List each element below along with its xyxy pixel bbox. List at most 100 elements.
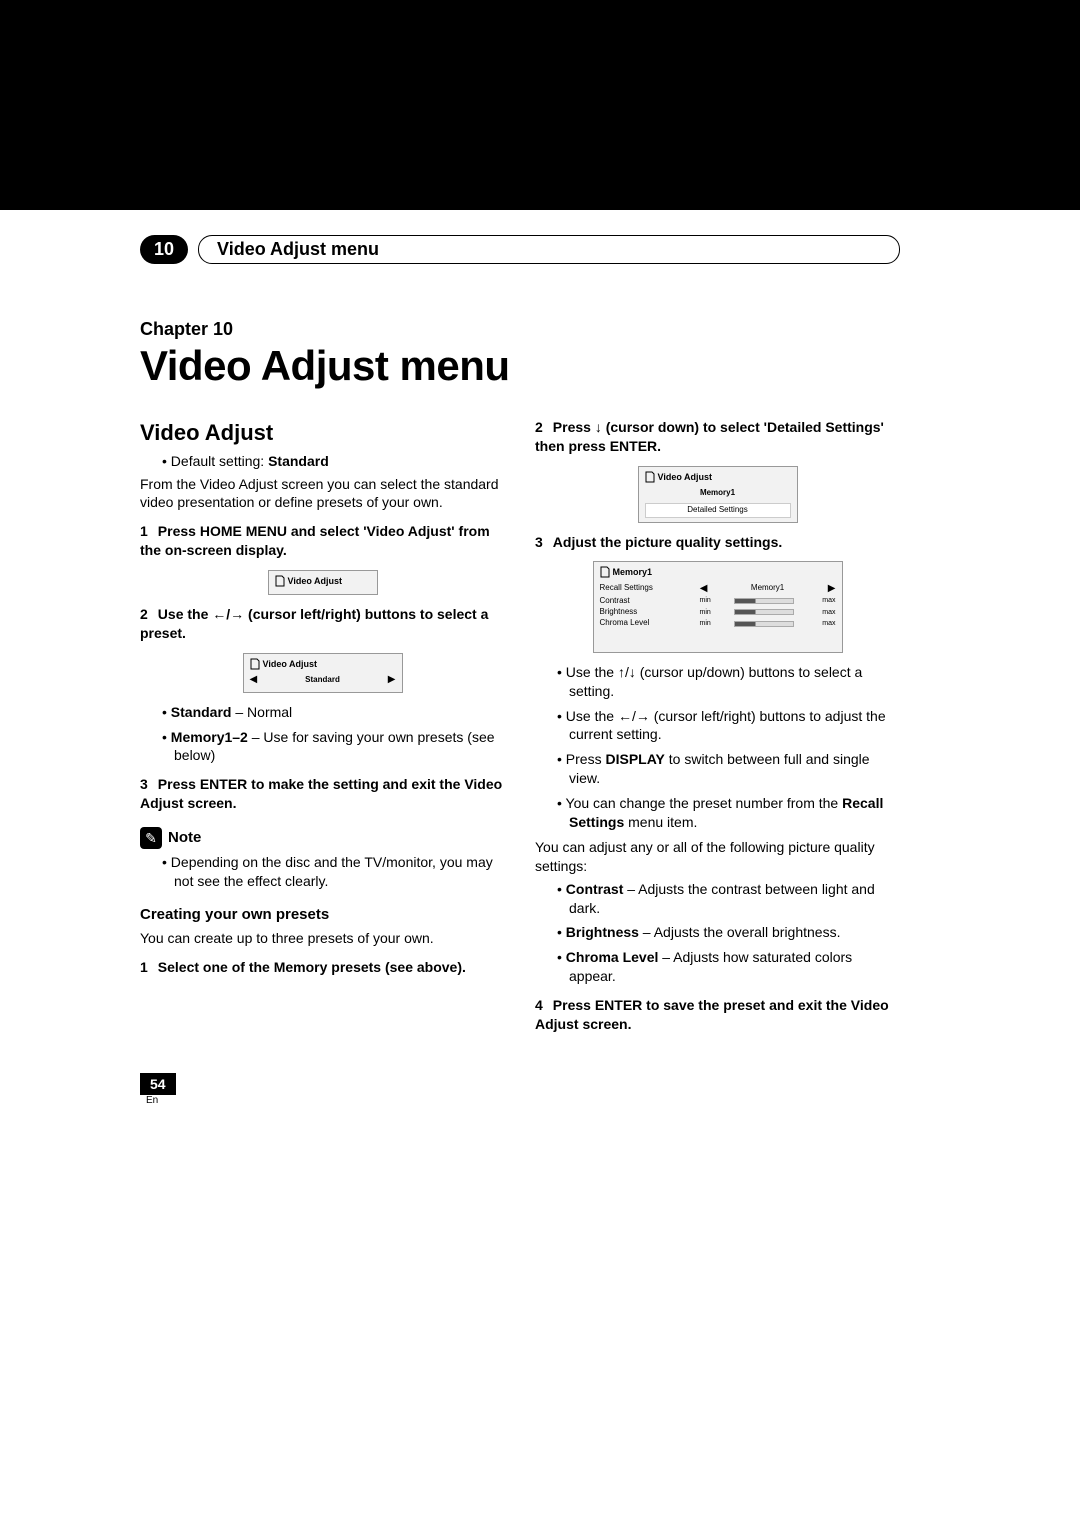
step-3: 3Press ENTER to make the setting and exi… bbox=[140, 775, 505, 813]
osd4-brightness-label: Brightness bbox=[600, 607, 670, 617]
create-step-4-text: Press ENTER to save the preset and exit … bbox=[535, 997, 889, 1032]
tip-recall-after: menu item. bbox=[624, 814, 697, 830]
pencil-icon: ✎ bbox=[140, 827, 162, 849]
step-2: 2Use the ←/→ (cursor left/right) buttons… bbox=[140, 605, 505, 643]
preset-standard-label: Standard bbox=[171, 704, 232, 720]
right-arrow-icon: ▶ bbox=[828, 582, 836, 595]
tip-updown: Use the ↑/↓ (cursor up/down) buttons to … bbox=[557, 663, 900, 701]
tip-display-before: Press bbox=[566, 751, 606, 767]
right-column: 2Press ↓ (cursor down) to select 'Detail… bbox=[535, 418, 900, 1034]
default-setting-value: Standard bbox=[268, 453, 329, 469]
osd3-row-memory: Memory1 bbox=[645, 486, 791, 501]
preset-list: Standard – Normal Memory1–2 – Use for sa… bbox=[140, 703, 505, 766]
adjust-tips-list: Use the ↑/↓ (cursor up/down) buttons to … bbox=[535, 663, 900, 832]
chapter-number-badge: 10 bbox=[140, 235, 188, 264]
left-right-arrows-icon: ←/→ bbox=[212, 606, 244, 622]
slider-icon bbox=[734, 598, 794, 604]
tip-lr-before: Use the bbox=[566, 708, 618, 724]
osd4-row-chroma: Chroma Level min max bbox=[600, 618, 836, 628]
osd4-recall-label: Recall Settings bbox=[600, 583, 670, 593]
document-icon bbox=[600, 566, 610, 578]
osd4-max: max bbox=[817, 619, 835, 628]
osd2-title: Video Adjust bbox=[263, 658, 318, 670]
create-step-3-text: Adjust the picture quality settings. bbox=[553, 534, 782, 550]
osd4-contrast-label: Contrast bbox=[600, 596, 670, 606]
preset-memory: Memory1–2 – Use for saving your own pres… bbox=[162, 728, 505, 766]
document-icon bbox=[250, 658, 260, 670]
preset-standard: Standard – Normal bbox=[162, 703, 505, 722]
preset-standard-desc: – Normal bbox=[231, 704, 292, 720]
osd-screenshot-3: Video Adjust Memory1 Detailed Settings bbox=[638, 466, 798, 523]
left-arrow-icon: ◀ bbox=[250, 673, 258, 687]
osd3-title: Video Adjust bbox=[658, 471, 713, 483]
presets-intro: You can create up to three presets of yo… bbox=[140, 929, 505, 948]
osd-screenshot-1: Video Adjust bbox=[268, 570, 378, 595]
tip-recall-before: You can change the preset number from th… bbox=[566, 795, 843, 811]
page-lang: En bbox=[140, 1095, 176, 1106]
create-step-4: 4Press ENTER to save the preset and exit… bbox=[535, 996, 900, 1034]
page-title: Video Adjust menu bbox=[140, 342, 900, 390]
pq-intro: You can adjust any or all of the followi… bbox=[535, 838, 900, 876]
page-content: 10 Video Adjust menu Chapter 10 Video Ad… bbox=[140, 235, 900, 1034]
pq-brightness: Brightness – Adjusts the overall brightn… bbox=[557, 923, 900, 942]
osd4-max: max bbox=[817, 596, 835, 605]
default-setting-label: Default setting: bbox=[171, 453, 264, 469]
slider-icon bbox=[734, 621, 794, 627]
slider-icon bbox=[734, 609, 794, 615]
tip-leftright: Use the ←/→ (cursor left/right) buttons … bbox=[557, 707, 900, 745]
note-text: Depending on the disc and the TV/monitor… bbox=[162, 853, 505, 891]
chapter-header: 10 Video Adjust menu bbox=[140, 235, 900, 264]
section-heading-video-adjust: Video Adjust bbox=[140, 418, 505, 448]
up-down-arrows-icon: ↑/↓ bbox=[618, 664, 636, 680]
osd1-title: Video Adjust bbox=[288, 575, 343, 587]
osd4-max: max bbox=[817, 608, 835, 617]
section-heading-presets: Creating your own presets bbox=[140, 905, 505, 925]
intro-paragraph: From the Video Adjust screen you can sel… bbox=[140, 475, 505, 513]
preset-memory-label: Memory1–2 bbox=[171, 729, 248, 745]
step-1: 1Press HOME MENU and select 'Video Adjus… bbox=[140, 522, 505, 560]
osd4-row-recall: Recall Settings ◀ Memory1 ▶ bbox=[600, 582, 836, 595]
step-2-before: Use the bbox=[158, 606, 212, 622]
osd4-min: min bbox=[693, 596, 711, 605]
tip-recall: You can change the preset number from th… bbox=[557, 794, 900, 832]
pq-brightness-label: Brightness bbox=[566, 924, 639, 940]
chapter-title-text: Video Adjust menu bbox=[217, 239, 379, 260]
down-arrow-icon: ↓ bbox=[595, 419, 602, 435]
pq-contrast-label: Contrast bbox=[566, 881, 624, 897]
osd4-title: Memory1 bbox=[613, 566, 653, 578]
create-step-2-before: Press bbox=[553, 419, 595, 435]
title-block: Chapter 10 Video Adjust menu bbox=[140, 319, 900, 390]
pq-contrast: Contrast – Adjusts the contrast between … bbox=[557, 880, 900, 918]
tip-updown-before: Use the bbox=[566, 664, 618, 680]
note-list: Depending on the disc and the TV/monitor… bbox=[140, 853, 505, 891]
step-3-text: Press ENTER to make the setting and exit… bbox=[140, 776, 502, 811]
left-column: Video Adjust • Default setting: Standard… bbox=[140, 418, 505, 1034]
osd4-min: min bbox=[693, 619, 711, 628]
document-icon bbox=[645, 471, 655, 483]
page-footer: 54 En bbox=[140, 1073, 176, 1106]
create-step-3: 3Adjust the picture quality settings. bbox=[535, 533, 900, 552]
step-1-text: Press HOME MENU and select 'Video Adjust… bbox=[140, 523, 490, 558]
tip-display-bold: DISPLAY bbox=[605, 751, 664, 767]
osd4-chroma-label: Chroma Level bbox=[600, 618, 670, 628]
document-icon bbox=[275, 575, 285, 587]
osd-screenshot-4: Memory1 Recall Settings ◀ Memory1 ▶ Cont… bbox=[593, 561, 843, 652]
chapter-label: Chapter 10 bbox=[140, 319, 900, 340]
osd3-row-detailed: Detailed Settings bbox=[645, 503, 791, 518]
top-black-band bbox=[0, 0, 1080, 210]
left-arrow-icon: ◀ bbox=[700, 582, 708, 595]
right-arrow-icon: ▶ bbox=[388, 673, 396, 687]
pq-chroma: Chroma Level – Adjusts how saturated col… bbox=[557, 948, 900, 986]
two-column-layout: Video Adjust • Default setting: Standard… bbox=[140, 418, 900, 1034]
note-header: ✎ Note bbox=[140, 827, 505, 849]
create-step-1-text: Select one of the Memory presets (see ab… bbox=[158, 959, 466, 975]
create-step-2: 2Press ↓ (cursor down) to select 'Detail… bbox=[535, 418, 900, 456]
create-step-1: 1Select one of the Memory presets (see a… bbox=[140, 958, 505, 977]
osd-screenshot-2: Video Adjust ◀ Standard ▶ bbox=[243, 653, 403, 693]
note-label: Note bbox=[168, 828, 201, 848]
osd4-min: min bbox=[693, 608, 711, 617]
tip-display: Press DISPLAY to switch between full and… bbox=[557, 750, 900, 788]
pq-settings-list: Contrast – Adjusts the contrast between … bbox=[535, 880, 900, 986]
pq-brightness-desc: – Adjusts the overall brightness. bbox=[639, 924, 841, 940]
default-setting-line: • Default setting: Standard bbox=[140, 452, 505, 471]
